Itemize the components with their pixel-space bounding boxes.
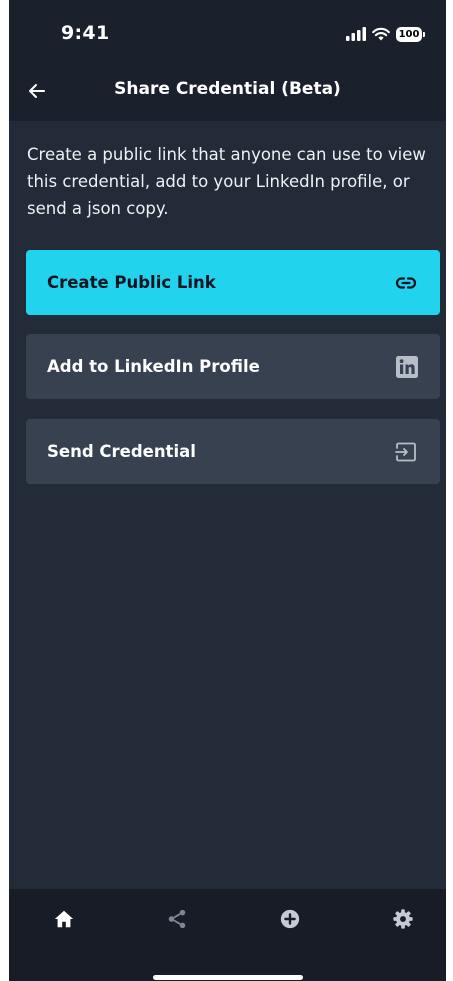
home-icon xyxy=(54,910,74,928)
nav-add[interactable] xyxy=(277,906,303,932)
home-indicator xyxy=(153,975,303,980)
nav-share[interactable] xyxy=(164,906,190,932)
send-credential-button[interactable]: Send Credential xyxy=(26,419,440,484)
add-to-linkedin-label: Add to LinkedIn Profile xyxy=(47,357,260,376)
status-time: 9:41 xyxy=(61,22,110,44)
send-credential-label: Send Credential xyxy=(47,442,196,461)
signal-icon xyxy=(346,27,366,41)
linkedin-icon xyxy=(396,355,418,378)
bottom-nav xyxy=(9,889,446,981)
share-description: Create a public link that anyone can use… xyxy=(27,145,426,218)
nav-settings[interactable] xyxy=(390,906,416,932)
add-to-linkedin-button[interactable]: Add to LinkedIn Profile xyxy=(26,334,440,399)
phone-screen: 9:41 100 Share Credential (Beta) Create … xyxy=(9,0,446,981)
plus-circle-icon xyxy=(280,909,300,929)
status-icons: 100 xyxy=(346,26,425,42)
create-public-link-label: Create Public Link xyxy=(47,273,216,292)
send-icon xyxy=(394,440,418,464)
wifi-icon xyxy=(372,27,390,41)
nav-home[interactable] xyxy=(51,906,77,932)
link-icon xyxy=(394,271,418,295)
share-icon xyxy=(168,909,186,929)
gear-icon xyxy=(393,909,413,929)
create-public-link-button[interactable]: Create Public Link xyxy=(26,250,440,315)
battery-icon: 100 xyxy=(396,26,425,42)
page-title: Share Credential (Beta) xyxy=(114,79,341,99)
header: 9:41 100 Share Credential (Beta) xyxy=(9,0,446,121)
